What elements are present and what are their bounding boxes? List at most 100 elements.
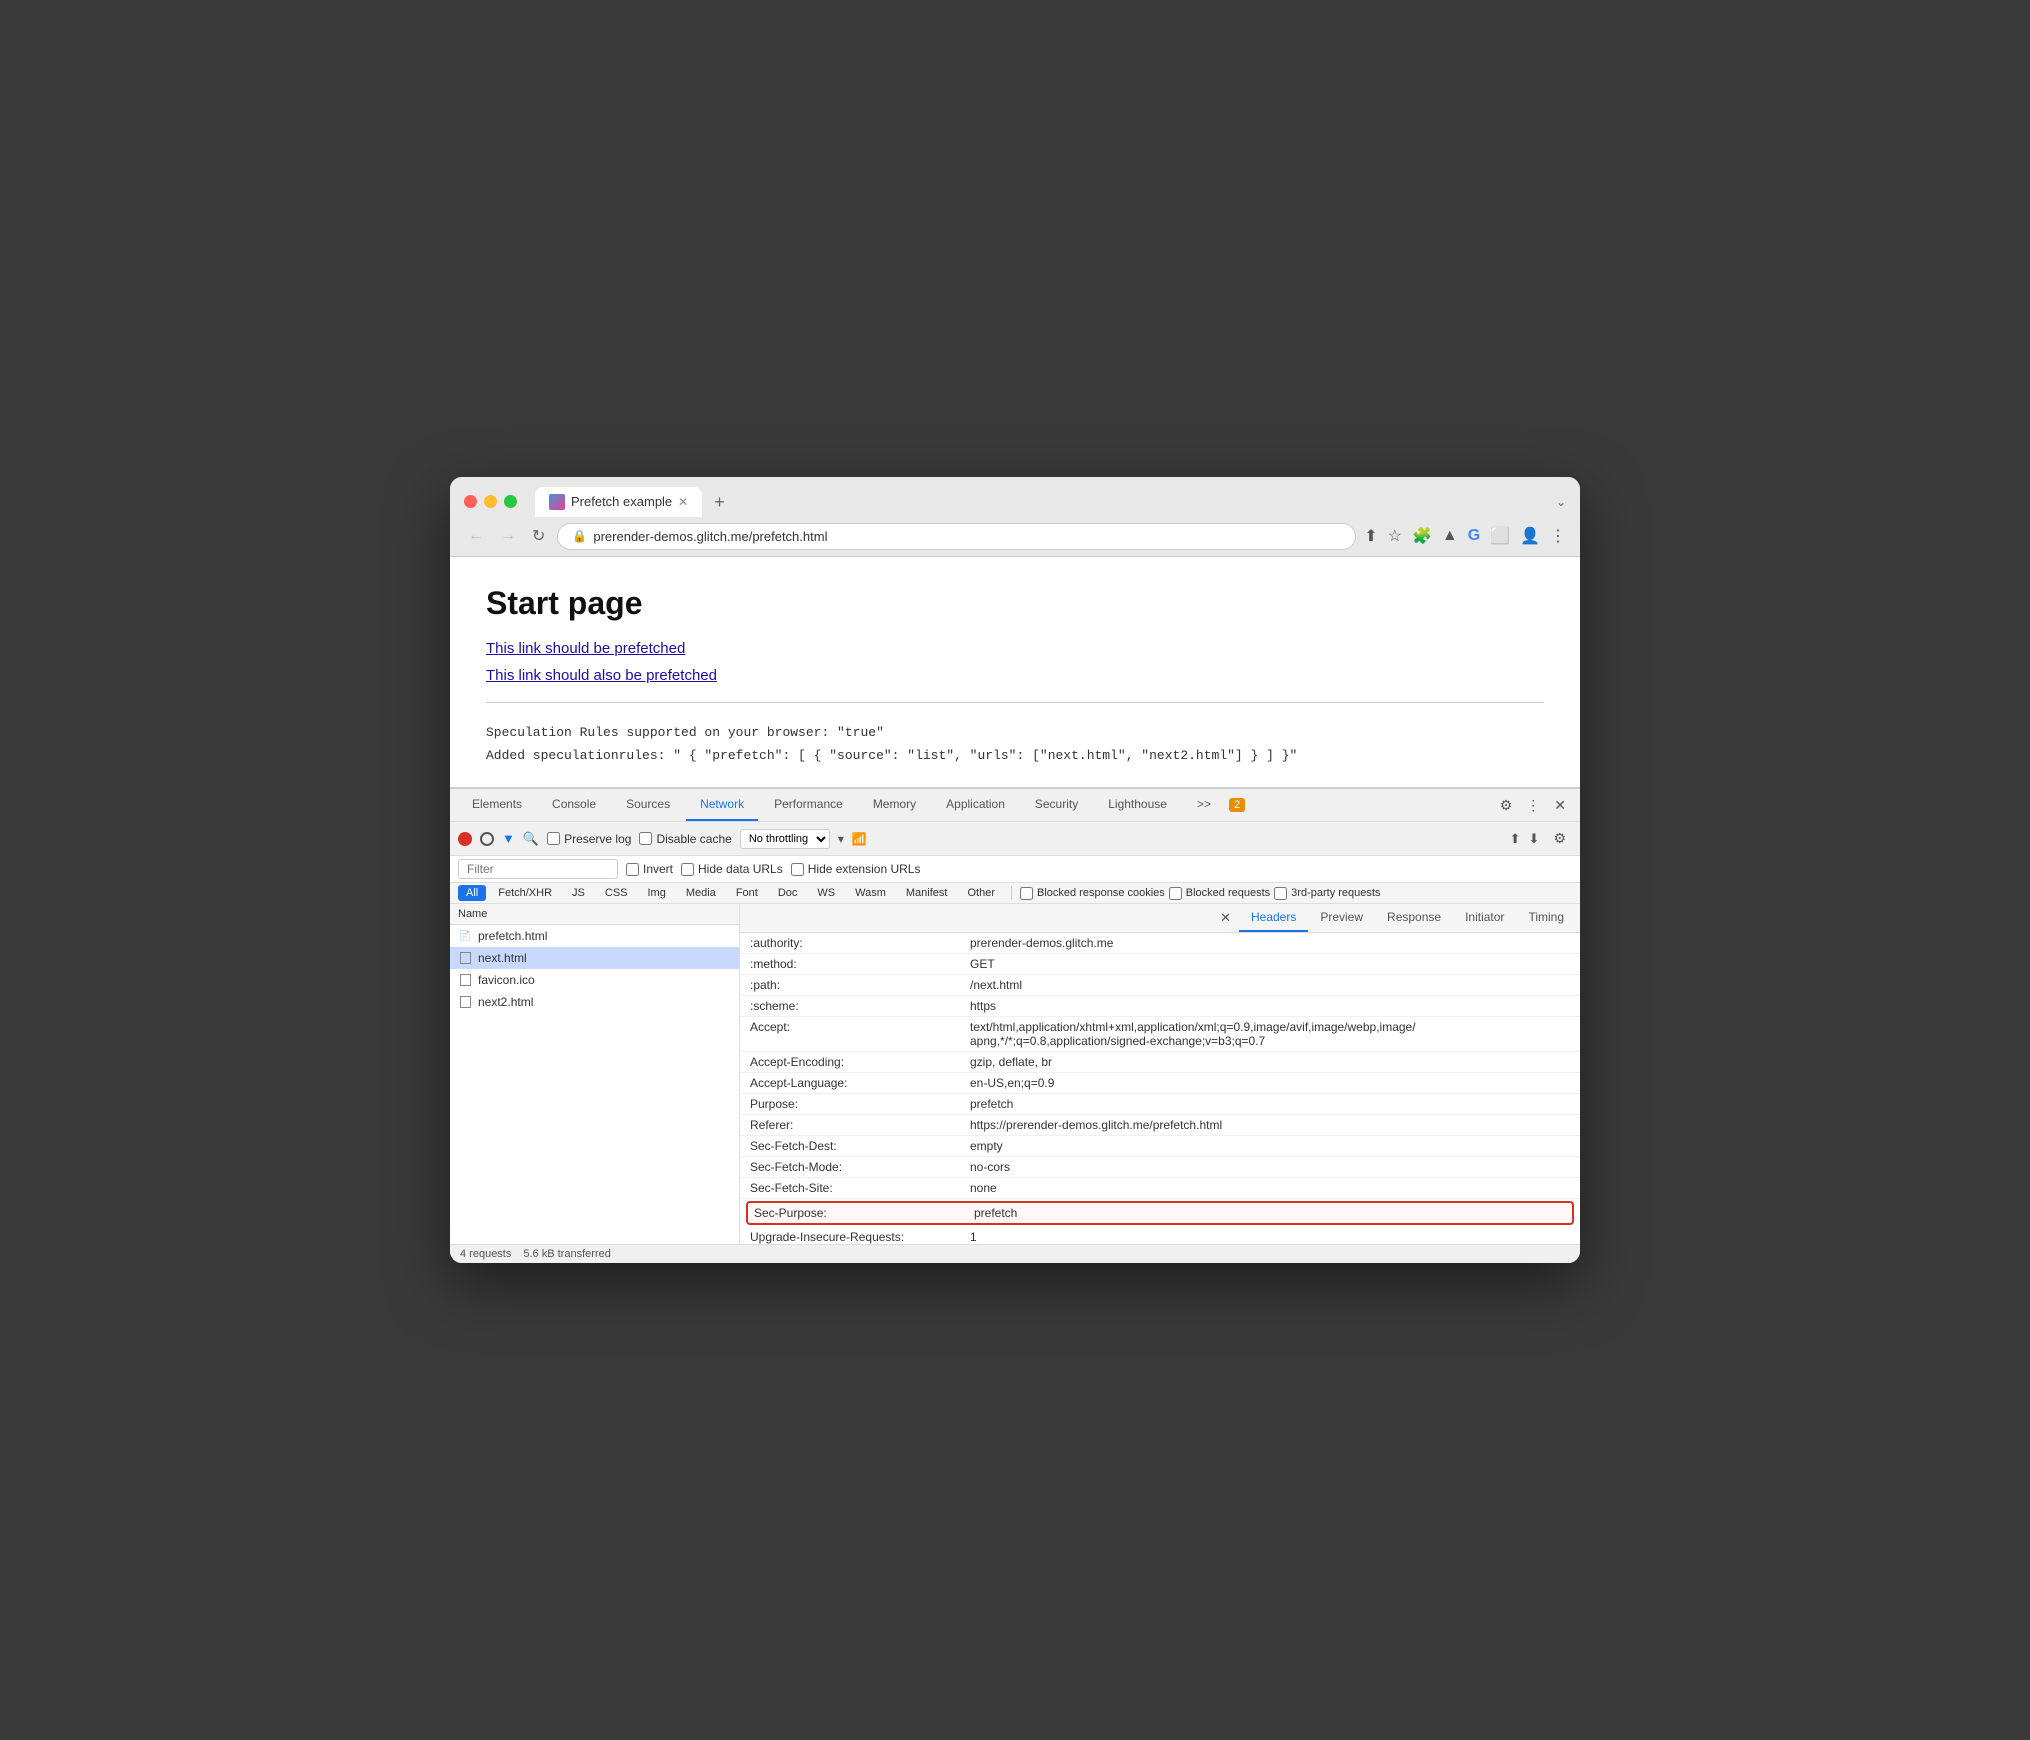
- menu-icon[interactable]: ⋮: [1550, 526, 1566, 546]
- details-tab-bar: ✕ Headers Preview Response Initiator Tim…: [740, 904, 1580, 933]
- back-button[interactable]: ←: [464, 525, 488, 547]
- invert-checkbox[interactable]: [626, 863, 639, 876]
- type-css[interactable]: CSS: [597, 885, 636, 901]
- reload-button[interactable]: ↻: [528, 524, 549, 548]
- type-doc[interactable]: Doc: [770, 885, 806, 901]
- disable-cache-label: Disable cache: [639, 832, 731, 846]
- devtools-tab-bar: Elements Console Sources Network Perform…: [450, 789, 1580, 822]
- type-img[interactable]: Img: [640, 885, 674, 901]
- link-prefetch-1[interactable]: This link should be prefetched: [486, 640, 1544, 657]
- url-text: prerender-demos.glitch.me/prefetch.html: [593, 529, 1341, 544]
- minimize-button[interactable]: [484, 495, 497, 508]
- new-tab-button[interactable]: +: [706, 488, 733, 517]
- google-icon[interactable]: G: [1468, 527, 1480, 545]
- link-prefetch-2[interactable]: This link should also be prefetched: [486, 667, 1544, 684]
- type-ws[interactable]: WS: [809, 885, 843, 901]
- type-media[interactable]: Media: [678, 885, 724, 901]
- tab-chevron-icon[interactable]: ⌄: [1556, 495, 1566, 509]
- header-row-purpose: Purpose: prefetch: [740, 1094, 1580, 1115]
- throttle-select[interactable]: No throttling Slow 3G Fast 3G: [740, 829, 830, 849]
- type-other[interactable]: Other: [959, 885, 1003, 901]
- type-fetch-xhr[interactable]: Fetch/XHR: [490, 885, 560, 901]
- detail-tab-timing[interactable]: Timing: [1516, 904, 1576, 932]
- network-row-favicon[interactable]: favicon.ico: [450, 969, 739, 991]
- blocked-requests-label: Blocked requests: [1169, 887, 1270, 900]
- detail-tab-preview[interactable]: Preview: [1308, 904, 1375, 932]
- profile-icon[interactable]: ▲: [1442, 527, 1458, 545]
- extensions-icon[interactable]: 🧩: [1412, 526, 1432, 546]
- record-button[interactable]: [458, 832, 472, 846]
- address-bar: ← → ↻ 🔒 prerender-demos.glitch.me/prefet…: [450, 517, 1580, 556]
- type-font[interactable]: Font: [728, 885, 766, 901]
- tab-security[interactable]: Security: [1021, 789, 1092, 821]
- active-tab[interactable]: Prefetch example ✕: [535, 487, 702, 517]
- network-list: Name 📄 prefetch.html next.html favi: [450, 904, 740, 1244]
- filter-icon[interactable]: ▼: [502, 831, 515, 846]
- disable-cache-checkbox[interactable]: [639, 832, 652, 845]
- hide-data-urls-label: Hide data URLs: [681, 862, 783, 876]
- tab-network[interactable]: Network: [686, 789, 758, 821]
- detail-tab-initiator[interactable]: Initiator: [1453, 904, 1516, 932]
- tab-favicon-icon: [549, 494, 565, 510]
- tab-lighthouse[interactable]: Lighthouse: [1094, 789, 1181, 821]
- blocked-requests-checkbox[interactable]: [1169, 887, 1182, 900]
- close-button[interactable]: [464, 495, 477, 508]
- speculation-text-2: Added speculationrules: " { "prefetch": …: [486, 744, 1544, 767]
- page-icon: [458, 951, 472, 965]
- header-row-sec-purpose: Sec-Purpose: prefetch: [746, 1201, 1574, 1225]
- type-wasm[interactable]: Wasm: [847, 885, 894, 901]
- bookmark-icon[interactable]: ☆: [1388, 526, 1402, 546]
- search-icon[interactable]: 🔍: [523, 831, 539, 847]
- tab-sources[interactable]: Sources: [612, 789, 684, 821]
- tab-application[interactable]: Application: [932, 789, 1019, 821]
- tab-performance[interactable]: Performance: [760, 789, 857, 821]
- third-party-label: 3rd-party requests: [1274, 887, 1380, 900]
- throttle-dropdown-icon[interactable]: ▾: [838, 832, 844, 846]
- toolbar-icons: ⬆ ☆ 🧩 ▲ G ⬜ 👤 ⋮: [1364, 526, 1566, 546]
- header-row-upgrade: Upgrade-Insecure-Requests: 1: [740, 1227, 1580, 1244]
- tab-console[interactable]: Console: [538, 789, 610, 821]
- maximize-button[interactable]: [504, 495, 517, 508]
- filter-input[interactable]: [458, 859, 618, 879]
- blocked-response-label: Blocked response cookies: [1020, 887, 1165, 900]
- network-row-next[interactable]: next.html: [450, 947, 739, 969]
- detail-tab-headers[interactable]: Headers: [1239, 904, 1308, 932]
- network-row-next2[interactable]: next2.html: [450, 991, 739, 1013]
- devtools-close-icon[interactable]: ✕: [1548, 793, 1572, 818]
- devtools-more-icon[interactable]: ⋮: [1520, 793, 1546, 818]
- page-title: Start page: [486, 585, 1544, 622]
- stop-button[interactable]: [480, 832, 494, 846]
- share-icon[interactable]: ⬆: [1364, 526, 1377, 546]
- header-row-scheme: :scheme: https: [740, 996, 1580, 1017]
- network-row-name: next2.html: [478, 995, 533, 1009]
- details-close-icon[interactable]: ✕: [1212, 906, 1239, 930]
- detail-tab-response[interactable]: Response: [1375, 904, 1453, 932]
- account-icon[interactable]: 👤: [1520, 526, 1540, 546]
- third-party-checkbox[interactable]: [1274, 887, 1287, 900]
- tab-more[interactable]: >>: [1183, 789, 1225, 821]
- import-icon[interactable]: ⬆: [1510, 831, 1521, 847]
- network-row-prefetch[interactable]: 📄 prefetch.html: [450, 925, 739, 947]
- forward-button[interactable]: →: [496, 525, 520, 547]
- type-manifest[interactable]: Manifest: [898, 885, 956, 901]
- tab-memory[interactable]: Memory: [859, 789, 930, 821]
- network-row-name: prefetch.html: [478, 929, 547, 943]
- type-all[interactable]: All: [458, 885, 486, 901]
- lock-icon: 🔒: [572, 529, 587, 543]
- preserve-log-checkbox[interactable]: [547, 832, 560, 845]
- network-settings-icon[interactable]: ⚙: [1547, 826, 1572, 851]
- hide-ext-urls-checkbox[interactable]: [791, 863, 804, 876]
- header-row-accept-encoding: Accept-Encoding: gzip, deflate, br: [740, 1052, 1580, 1073]
- export-icon[interactable]: ⬇: [1529, 831, 1540, 847]
- tab-close-icon[interactable]: ✕: [678, 495, 688, 509]
- address-input[interactable]: 🔒 prerender-demos.glitch.me/prefetch.htm…: [557, 523, 1356, 550]
- network-row-name: next.html: [478, 951, 527, 965]
- type-js[interactable]: JS: [564, 885, 593, 901]
- devtools-settings-icon[interactable]: ⚙: [1494, 793, 1519, 818]
- hide-data-urls-checkbox[interactable]: [681, 863, 694, 876]
- tab-elements[interactable]: Elements: [458, 789, 536, 821]
- header-row-accept-language: Accept-Language: en-US,en;q=0.9: [740, 1073, 1580, 1094]
- sidebar-icon[interactable]: ⬜: [1490, 526, 1510, 546]
- type-bar: All Fetch/XHR JS CSS Img Media Font Doc …: [450, 883, 1580, 904]
- blocked-response-checkbox[interactable]: [1020, 887, 1033, 900]
